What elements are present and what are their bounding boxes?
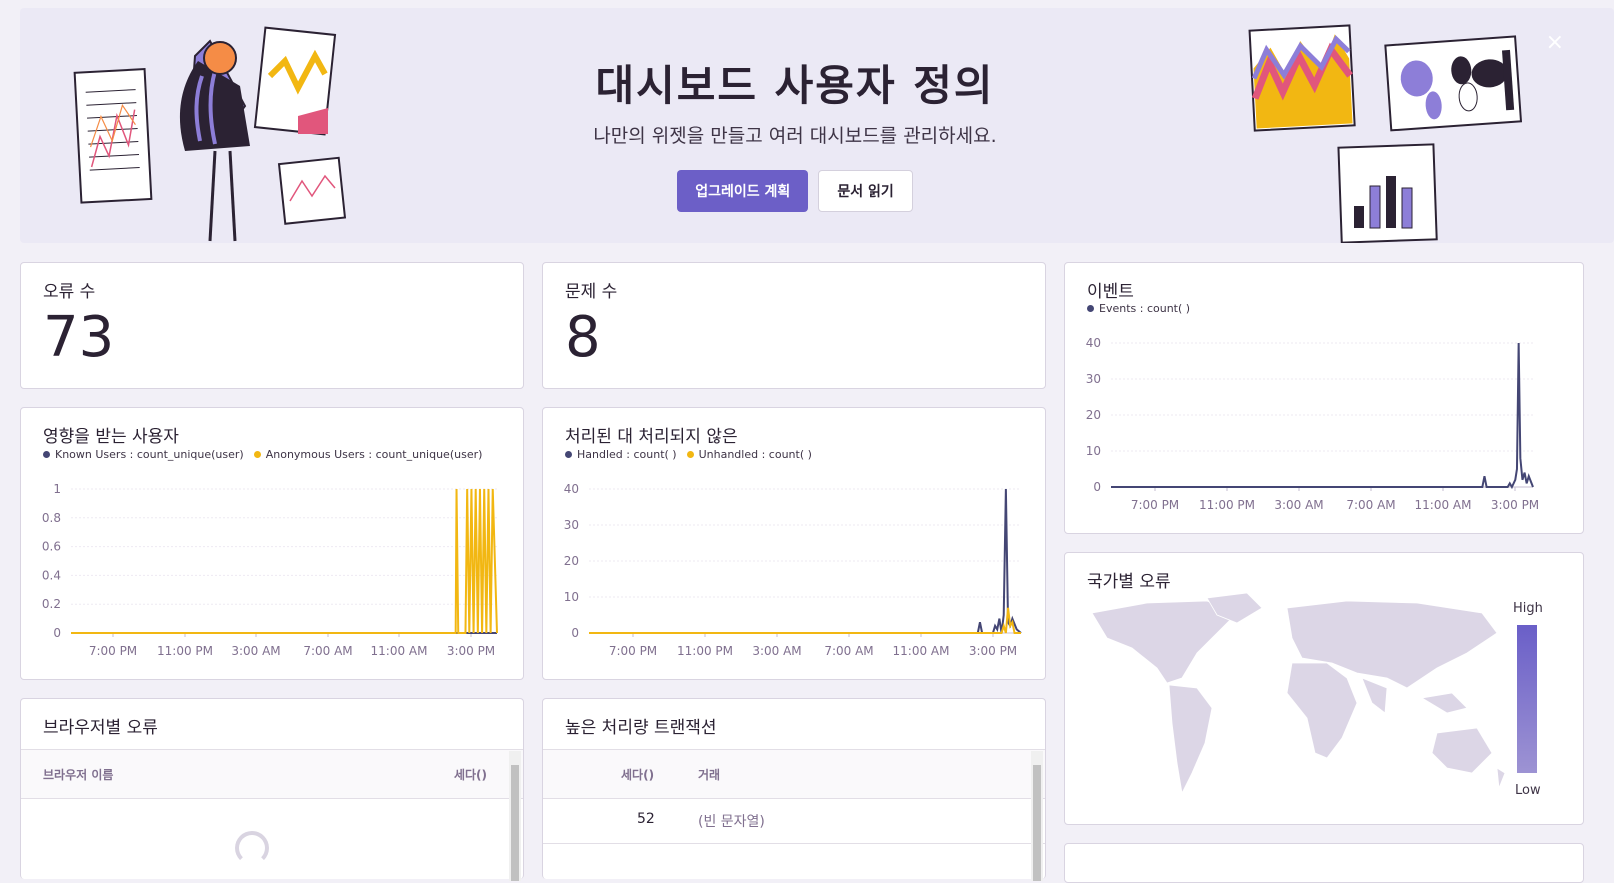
x-tick-label: 11:00 PM bbox=[1199, 498, 1255, 512]
y-tick-label: 0.6 bbox=[42, 540, 61, 554]
x-tick-label: 3:00 AM bbox=[752, 644, 801, 658]
widget-title: 오류 수 bbox=[43, 282, 96, 302]
affected-users-chart: 0 0.2 0.4 0.6 0.8 1 7:00 PM 11:00 PM 3:00 AM 7:00… bbox=[42, 482, 498, 658]
x-tick-label: 11:00 AM bbox=[371, 644, 428, 658]
x-tick-label: 11:00 PM bbox=[677, 644, 733, 658]
series-line bbox=[589, 607, 1021, 634]
scrollbar[interactable] bbox=[1031, 751, 1043, 881]
scrollbar[interactable] bbox=[509, 751, 521, 881]
y-tick-label: 30 bbox=[564, 518, 579, 532]
read-docs-button[interactable]: 문서 읽기 bbox=[818, 170, 913, 212]
y-tick-label: 0.4 bbox=[42, 568, 61, 582]
upgrade-plan-button[interactable]: 업그레이드 계획 bbox=[677, 170, 809, 212]
x-tick-label: 11:00 AM bbox=[893, 644, 950, 658]
widget-handled-vs-unhandled: 처리된 대 처리되지 않은 Handled : count( ) Unhandl… bbox=[542, 407, 1046, 680]
issue-count-value: 8 bbox=[565, 305, 601, 370]
x-tick-label: 7:00 PM bbox=[1131, 498, 1179, 512]
series-line bbox=[71, 488, 498, 634]
table-row[interactable]: 52 (빈 문자열) bbox=[543, 799, 1045, 844]
widget-error-count: 오류 수 73 bbox=[20, 262, 524, 389]
column-transaction[interactable]: 거래 bbox=[698, 766, 720, 783]
table-header: 브라우저 이름 세다() bbox=[21, 749, 523, 799]
widget-events: 이벤트 Events : count( ) 0 10 20 30 40 7:00 PM 11… bbox=[1064, 262, 1584, 534]
close-banner-icon[interactable]: × bbox=[1546, 30, 1564, 55]
y-tick-label: 1 bbox=[53, 482, 61, 496]
y-tick-label: 40 bbox=[564, 482, 579, 496]
table-header: 세다() 거래 bbox=[543, 749, 1045, 799]
loading-spinner bbox=[235, 831, 269, 865]
map-legend-high: High bbox=[1513, 601, 1543, 616]
x-tick-label: 3:00 PM bbox=[969, 644, 1017, 658]
row-count: 52 bbox=[637, 811, 655, 827]
x-tick-label: 3:00 PM bbox=[1491, 498, 1539, 512]
y-tick-label: 0.8 bbox=[42, 511, 61, 525]
widget-errors-by-country: 국가별 오류 High Low bbox=[1064, 552, 1584, 825]
handled-chart: 0 10 20 30 40 7:00 PM 11:00 PM 3:00 AM 7:00 AM 11… bbox=[564, 482, 1022, 658]
column-count[interactable]: 세다() bbox=[621, 766, 654, 783]
widget-title: 높은 처리량 트랜잭션 bbox=[565, 718, 717, 738]
x-tick-label: 7:00 PM bbox=[609, 644, 657, 658]
x-tick-label: 7:00 AM bbox=[303, 644, 352, 658]
row-transaction[interactable]: (빈 문자열) bbox=[698, 811, 765, 831]
x-tick-label: 7:00 PM bbox=[89, 644, 137, 658]
column-browser-name[interactable]: 브라우저 이름 bbox=[43, 766, 113, 783]
widget-issue-count: 문제 수 8 bbox=[542, 262, 1046, 389]
x-tick-label: 3:00 AM bbox=[231, 644, 280, 658]
events-chart: 0 10 20 30 40 7:00 PM 11:00 PM 3:00 AM 7:00 AM 11… bbox=[1086, 336, 1539, 512]
widget-title: 문제 수 bbox=[565, 282, 618, 302]
x-tick-label: 11:00 AM bbox=[1415, 498, 1472, 512]
map-color-scale bbox=[1517, 625, 1537, 773]
x-tick-label: 11:00 PM bbox=[157, 644, 213, 658]
scroll-thumb[interactable] bbox=[1033, 765, 1041, 881]
map-legend-low: Low bbox=[1515, 783, 1541, 798]
y-tick-label: 20 bbox=[564, 554, 579, 568]
widget-affected-users: 영향을 받는 사용자 Known Users : count_unique(us… bbox=[20, 407, 524, 680]
scroll-thumb[interactable] bbox=[511, 765, 519, 881]
y-tick-label: 0 bbox=[571, 626, 579, 640]
x-tick-label: 7:00 AM bbox=[824, 644, 873, 658]
y-tick-label: 0 bbox=[53, 626, 61, 640]
y-tick-label: 40 bbox=[1086, 336, 1101, 350]
x-tick-label: 3:00 AM bbox=[1274, 498, 1323, 512]
y-tick-label: 10 bbox=[1086, 444, 1101, 458]
error-count-value: 73 bbox=[43, 305, 115, 370]
y-tick-label: 0 bbox=[1093, 480, 1101, 494]
y-tick-label: 10 bbox=[564, 590, 579, 604]
dashboard-illustration-right bbox=[1248, 24, 1523, 243]
world-map bbox=[1091, 593, 1506, 795]
x-tick-label: 7:00 AM bbox=[1346, 498, 1395, 512]
widget-title: 브라우저별 오류 bbox=[43, 718, 158, 738]
y-tick-label: 20 bbox=[1086, 408, 1101, 422]
x-tick-label: 3:00 PM bbox=[447, 644, 495, 658]
series-line bbox=[1111, 342, 1534, 490]
widget-title: 국가별 오류 bbox=[1087, 572, 1171, 592]
customize-dashboard-banner: 대시보드 사용자 정의 나만의 위젯을 만들고 여러 대시보드를 관리하세요. … bbox=[20, 8, 1614, 243]
widget-high-throughput-transactions: 높은 처리량 트랜잭션 세다() 거래 52 (빈 문자열) bbox=[542, 698, 1046, 881]
y-tick-label: 0.2 bbox=[42, 597, 61, 611]
column-count[interactable]: 세다() bbox=[454, 766, 487, 783]
widget-errors-by-browser: 브라우저별 오류 브라우저 이름 세다() bbox=[20, 698, 524, 881]
widget-partial bbox=[1064, 843, 1584, 883]
y-tick-label: 30 bbox=[1086, 372, 1101, 386]
